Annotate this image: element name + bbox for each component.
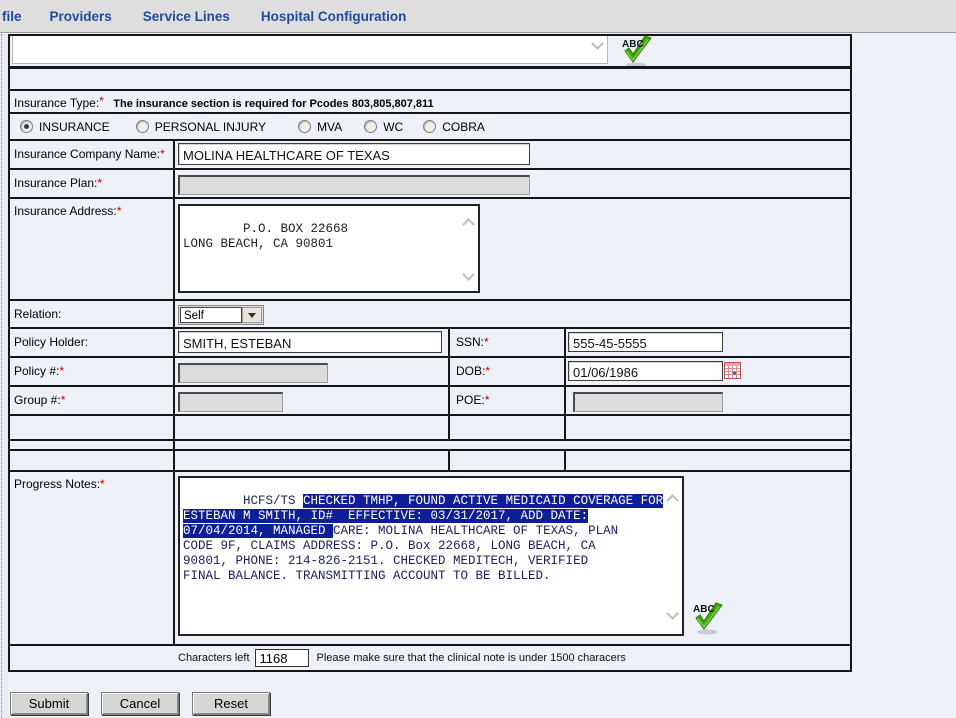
radio-button-icon[interactable] [364,120,377,133]
nav-item-hospital-configuration[interactable]: Hospital Configuration [261,9,407,24]
radio-button-icon[interactable] [20,120,33,133]
insurance-plan-label: Insurance Plan:* [10,170,175,197]
relation-select[interactable]: Self [178,305,264,325]
insurance-address-row: Insurance Address:* P.O. BOX 22668 LONG … [10,199,850,301]
empty-row [10,69,850,91]
policy-holder-label: Policy Holder: [10,329,175,356]
reset-button[interactable]: Reset [192,692,270,715]
scroll-down-icon[interactable] [666,607,679,620]
insurance-company-input[interactable] [178,143,530,165]
radio-label: INSURANCE [39,120,110,134]
ssn-input[interactable] [568,332,723,352]
relation-label: Relation: [10,301,175,327]
svg-text:ABC: ABC [693,604,715,615]
top-comment-field-row: ABC [10,36,850,69]
scroll-down-icon[interactable] [462,268,475,281]
characters-left-label: Characters left [178,652,250,664]
spellcheck-abc-icon[interactable]: ABC [615,35,657,69]
radio-label: WC [383,120,403,134]
dob-input[interactable] [568,361,723,381]
radio-label: COBRA [442,120,485,134]
chevron-down-icon[interactable] [591,37,604,50]
relation-selected-value: Self [180,307,242,323]
radio-label: MVA [317,120,342,134]
characters-left-note: Please make sure that the clinical note … [317,652,626,664]
notes-before-selection: HCFS/TS [243,494,303,508]
radio-label: PERSONAL INJURY [155,120,266,134]
dob-label: DOB:* [448,358,566,385]
characters-left-row: Characters left Please make sure that th… [10,646,850,670]
radio-mva[interactable]: MVA [298,120,342,134]
policy-number-input-disabled [178,363,328,383]
nav-item-providers[interactable]: Providers [50,9,112,24]
top-nav-bar: file Providers Service Lines Hospital Co… [0,0,956,33]
separator-row [10,441,850,451]
radio-button-icon[interactable] [136,120,149,133]
chevron-down-icon [248,313,256,318]
comment-combo-field[interactable] [12,36,608,64]
nav-item-service-lines[interactable]: Service Lines [143,9,230,24]
submit-button[interactable]: Submit [10,692,88,715]
radio-personal-injury[interactable]: PERSONAL INJURY [136,120,266,134]
policy-holder-input[interactable] [178,331,442,353]
insurance-address-textarea[interactable]: P.O. BOX 22668 LONG BEACH, CA 90801 [178,204,480,293]
insurance-plan-input-disabled [178,175,530,195]
scroll-up-icon[interactable] [666,494,679,507]
progress-notes-textarea[interactable]: HCFS/TS CHECKED TMHP, FOUND ACTIVE MEDIC… [178,476,684,636]
group-number-input-disabled [178,392,283,412]
insurance-type-header-row: Insurance Type:* The insurance section i… [10,91,850,114]
radio-button-icon[interactable] [423,120,436,133]
insurance-company-row: Insurance Company Name:* [10,141,850,170]
insurance-address-label: Insurance Address:* [10,199,175,299]
characters-left-input[interactable] [255,649,309,667]
insurance-form-table: ABC Insurance Type:* The insurance secti… [8,34,852,672]
calendar-icon[interactable] [724,362,741,379]
insurance-company-label: Insurance Company Name:* [10,141,175,168]
empty-row [10,416,850,441]
group-number-label: Group #:* [10,387,175,414]
policy-number-row: Policy #:* DOB:* [10,358,850,387]
poe-input-disabled [573,392,723,412]
radio-button-icon[interactable] [298,120,311,133]
ssn-label: SSN:* [448,329,566,356]
insurance-type-radio-group: INSURANCE PERSONAL INJURY MVA WC COBRA [10,120,485,134]
dropdown-button[interactable] [242,307,262,323]
progress-notes-label: Progress Notes:* [10,472,175,644]
form-action-buttons: Submit Cancel Reset [10,692,270,715]
insurance-type-options-row: INSURANCE PERSONAL INJURY MVA WC COBRA [10,114,850,141]
left-edge-strip [0,34,8,718]
radio-insurance[interactable]: INSURANCE [20,120,110,134]
empty-row [10,451,850,472]
scroll-up-icon[interactable] [462,218,475,231]
policy-holder-row: Policy Holder: SSN:* [10,329,850,358]
radio-cobra[interactable]: COBRA [423,120,485,134]
insurance-plan-row: Insurance Plan:* [10,170,850,199]
group-number-row: Group #:* POE:* [10,387,850,416]
svg-text:ABC: ABC [622,39,644,50]
progress-notes-row: Progress Notes:* HCFS/TS CHECKED TMHP, F… [10,472,850,646]
nav-item-file[interactable]: file [2,9,22,24]
relation-row: Relation: Self [10,301,850,329]
insurance-type-label: Insurance Type: [14,96,99,110]
cancel-button[interactable]: Cancel [101,692,179,715]
poe-label: POE:* [448,387,566,414]
spellcheck-abc-icon[interactable]: ABC [687,598,729,636]
radio-wc[interactable]: WC [364,120,403,134]
policy-number-label: Policy #:* [10,358,175,385]
insurance-type-required-note: The insurance section is required for Pc… [113,98,433,110]
required-marker: * [99,94,104,108]
